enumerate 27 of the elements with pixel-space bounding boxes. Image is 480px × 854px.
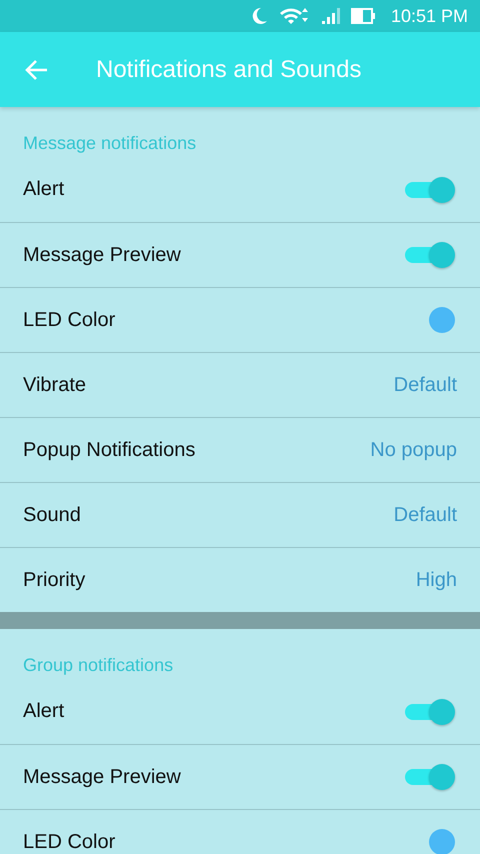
toggle-switch[interactable] <box>405 763 457 791</box>
led-color-dot[interactable] <box>429 829 455 854</box>
wifi-icon <box>278 6 311 26</box>
setting-label: Sound <box>23 504 81 526</box>
setting-label: Alert <box>23 700 64 722</box>
section-header: Message notifications <box>23 133 196 153</box>
setting-label: Popup Notifications <box>23 438 196 460</box>
battery-icon <box>350 7 377 25</box>
toggle-switch[interactable] <box>405 698 457 726</box>
toggle-switch[interactable] <box>405 176 457 204</box>
setting-label: LED Color <box>23 830 116 852</box>
clock-time: 10:51 PM <box>390 6 468 26</box>
setting-label: LED Color <box>23 308 116 330</box>
setting-label: Alert <box>23 178 64 200</box>
setting-label: Message Preview <box>23 766 181 788</box>
setting-value[interactable]: Default <box>394 374 457 396</box>
setting-label: Vibrate <box>23 374 86 396</box>
signal-icon <box>320 6 341 26</box>
screen-title: Notifications and Sounds <box>96 56 362 84</box>
led-color-dot[interactable] <box>429 307 455 333</box>
section-header: Group notifications <box>23 655 174 675</box>
setting-label: Priority <box>23 568 86 590</box>
setting-value[interactable]: High <box>416 568 457 592</box>
toggle-switch[interactable] <box>405 241 457 269</box>
setting-label: Message Preview <box>23 244 181 266</box>
setting-value[interactable]: No popup <box>370 438 457 462</box>
setting-value[interactable]: Default <box>394 504 457 526</box>
